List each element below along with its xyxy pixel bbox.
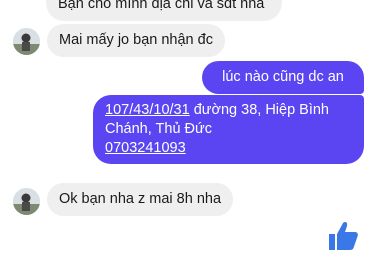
outgoing-address-message: 107/43/10/31 đường 38, Hiệp Bình Chánh, … (93, 95, 364, 164)
message-text: Bạn cho mình địa chỉ và sđt nha (58, 0, 265, 12)
phone-link[interactable]: 0703241093 (105, 139, 352, 158)
thumbs-up-icon[interactable] (326, 219, 360, 253)
outgoing-message: lúc nào cũng dc an (202, 61, 364, 94)
message-text: lúc nào cũng dc an (222, 69, 344, 85)
incoming-message: Mai mấy jo bạn nhận đc (47, 24, 225, 57)
incoming-message: Ok bạn nha z mai 8h nha (47, 183, 234, 216)
contact-avatar[interactable] (13, 188, 40, 215)
address-text: đường 38, Hiệp Bình (189, 102, 330, 118)
address-link[interactable]: 107/43/10/31 (105, 102, 190, 118)
incoming-message: Bạn cho mình địa chỉ và sđt nha (46, 0, 282, 21)
address-text-line2: Chánh, Thủ Đức (105, 121, 212, 137)
message-text: Mai mấy jo bạn nhận đc (59, 32, 213, 48)
contact-avatar[interactable] (13, 28, 40, 55)
message-text: Ok bạn nha z mai 8h nha (59, 191, 222, 207)
